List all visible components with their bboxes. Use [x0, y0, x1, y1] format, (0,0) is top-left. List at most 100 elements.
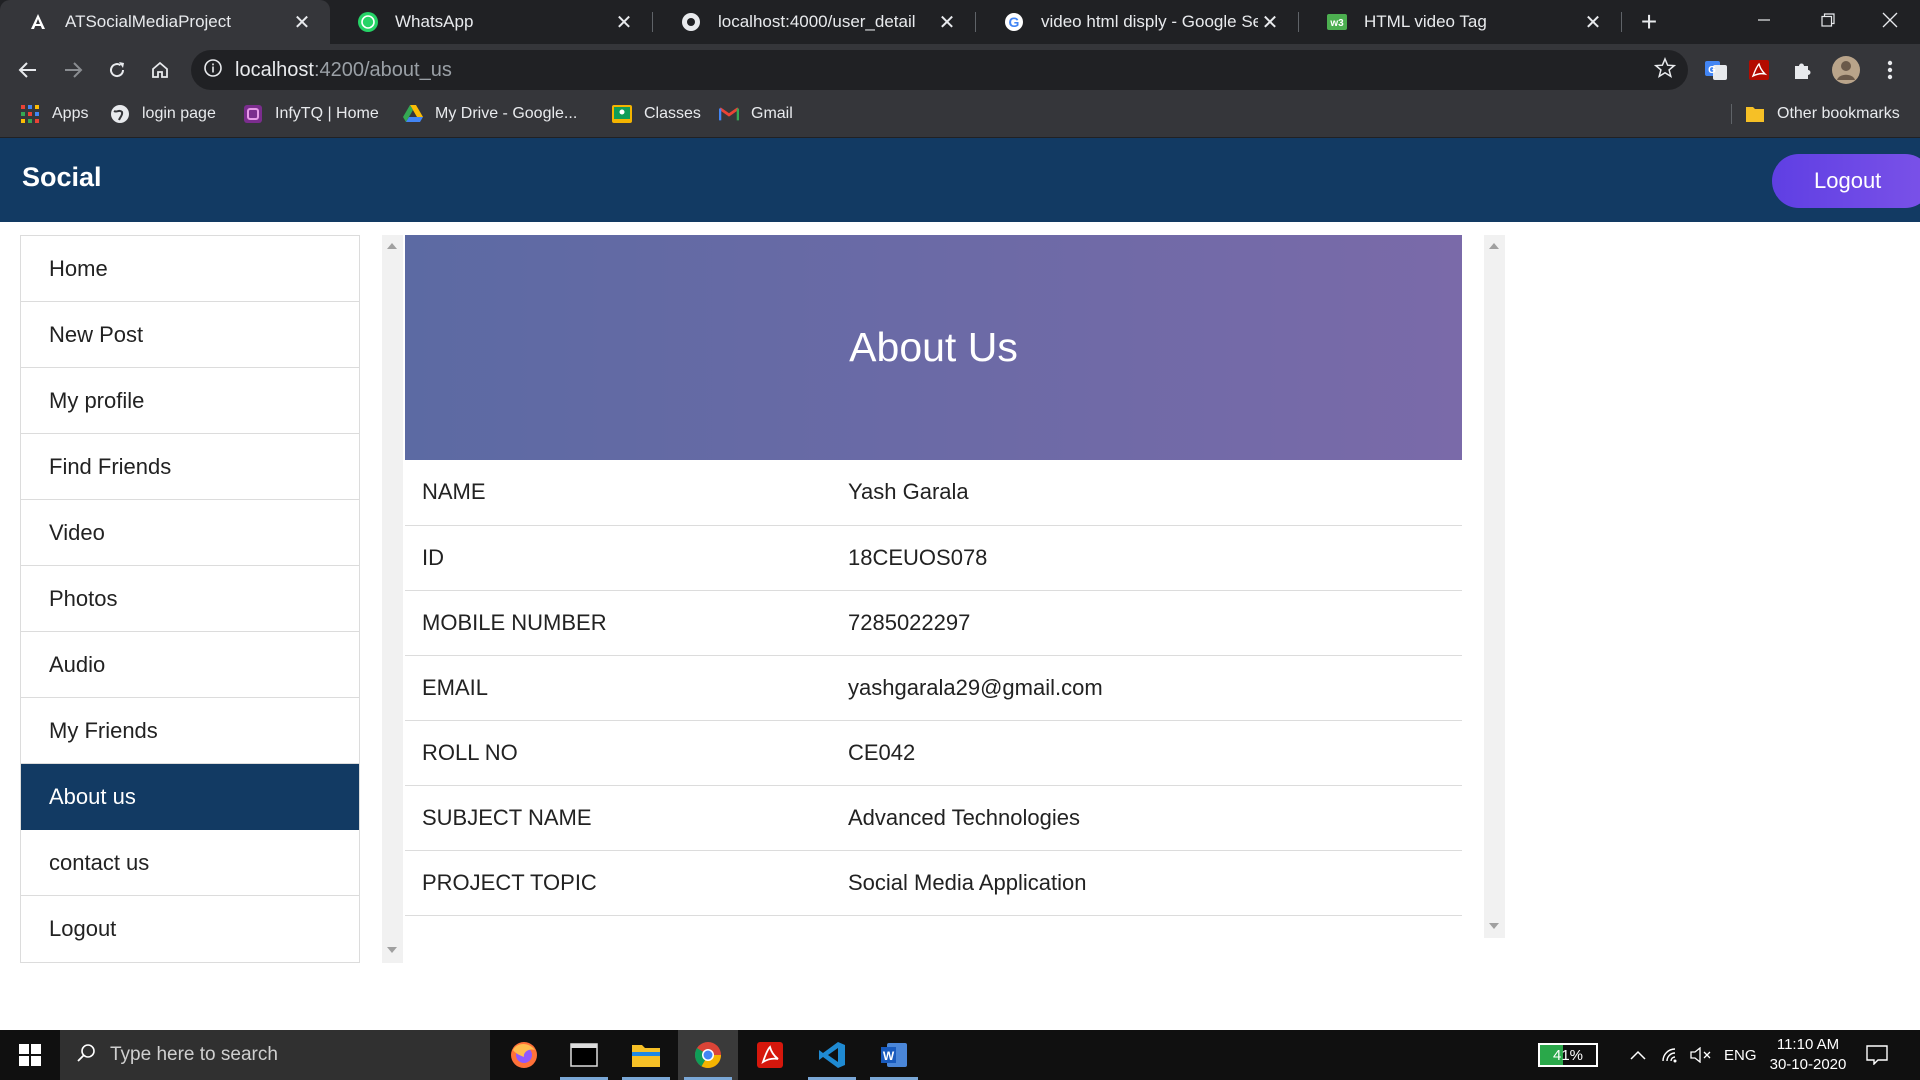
table-row: ID 18CEUOS078: [405, 525, 1462, 591]
table-row: PROJECT TOPIC Social Media Application: [405, 850, 1462, 916]
row-key: ID: [405, 525, 848, 591]
bookmark-apps[interactable]: Apps: [20, 96, 88, 132]
w3schools-icon: w3: [1326, 11, 1348, 33]
reload-icon: [110, 62, 125, 78]
tab-atsocialmediaproject[interactable]: ATSocialMediaProject ✕: [0, 0, 330, 44]
tab-whatsapp[interactable]: WhatsApp ✕: [330, 0, 652, 44]
sidebar-item-find-friends[interactable]: Find Friends: [21, 434, 359, 500]
google-drive-icon: [403, 104, 423, 124]
volume-muted-icon[interactable]: [1690, 1030, 1712, 1080]
search-icon: [76, 1043, 96, 1068]
file-explorer-icon[interactable]: [616, 1030, 676, 1080]
brand-logo[interactable]: Social: [22, 162, 102, 193]
url-text: localhost:4200/about_us: [235, 59, 452, 82]
show-hidden-icons[interactable]: [1630, 1030, 1646, 1080]
browser-tab-strip: ATSocialMediaProject ✕ WhatsApp ✕ localh…: [0, 0, 1920, 44]
close-icon[interactable]: ✕: [612, 10, 636, 34]
bookmark-classes[interactable]: Classes: [612, 96, 701, 132]
tab-html-video-tag[interactable]: w3 HTML video Tag ✕: [1299, 0, 1621, 44]
start-button[interactable]: [0, 1030, 60, 1080]
page-title: About Us: [849, 324, 1018, 370]
scroll-up-arrow-icon[interactable]: [1489, 243, 1499, 249]
acrobat-icon[interactable]: [740, 1030, 800, 1080]
svg-text:G: G: [1708, 65, 1716, 76]
bookmarks-divider: [1731, 104, 1732, 124]
content-scrollbar-right[interactable]: [1484, 235, 1505, 938]
table-row: MOBILE NUMBER 7285022297: [405, 590, 1462, 656]
angular-icon: [27, 11, 49, 33]
input-language[interactable]: ENG: [1724, 1030, 1757, 1080]
table-row: NAME Yash Garala: [405, 460, 1462, 526]
row-key: PROJECT TOPIC: [405, 850, 848, 916]
tab-user-detail[interactable]: localhost:4000/user_detail ✕: [653, 0, 975, 44]
bookmark-login-page[interactable]: login page: [110, 96, 216, 132]
scroll-down-arrow-icon[interactable]: [387, 947, 397, 953]
vscode-icon[interactable]: [802, 1030, 862, 1080]
terminal-icon[interactable]: [554, 1030, 614, 1080]
restore-icon: [1821, 13, 1835, 27]
new-tab-button[interactable]: +: [1635, 8, 1663, 36]
svg-text:w3: w3: [1329, 18, 1344, 29]
site-info-icon[interactable]: [203, 58, 223, 83]
profile-avatar[interactable]: [1830, 54, 1862, 86]
close-window-button[interactable]: [1862, 0, 1918, 40]
action-center-icon[interactable]: [1866, 1030, 1888, 1080]
sidebar-item-contact-us[interactable]: contact us: [21, 830, 359, 896]
other-bookmarks[interactable]: Other bookmarks: [1745, 96, 1900, 132]
word-icon[interactable]: W: [864, 1030, 924, 1080]
back-button[interactable]: [12, 54, 44, 86]
google-translate-icon[interactable]: G: [1700, 54, 1732, 86]
forward-button[interactable]: [57, 54, 89, 86]
sidebar-item-new-post[interactable]: New Post: [21, 302, 359, 368]
taskbar-search[interactable]: Type here to search: [60, 1030, 490, 1080]
sidebar-item-photos[interactable]: Photos: [21, 566, 359, 632]
sidebar-item-home[interactable]: Home: [21, 236, 359, 302]
row-value: yashgarala29@gmail.com: [848, 655, 1462, 721]
sidebar-item-my-friends[interactable]: My Friends: [21, 698, 359, 764]
minimize-button[interactable]: [1736, 0, 1792, 40]
chrome-icon[interactable]: [678, 1030, 738, 1080]
firefox-icon[interactable]: [494, 1030, 554, 1080]
close-icon[interactable]: ✕: [935, 10, 959, 34]
sidebar-item-logout[interactable]: Logout: [21, 896, 359, 962]
search-placeholder: Type here to search: [110, 1044, 278, 1065]
home-button[interactable]: [144, 54, 176, 86]
logout-button[interactable]: Logout: [1772, 154, 1920, 208]
system-clock[interactable]: 11:10 AM 30-10-2020: [1760, 1035, 1856, 1075]
bookmark-infytq[interactable]: InfyTQ | Home: [243, 96, 379, 132]
close-icon[interactable]: ✕: [1258, 10, 1282, 34]
bookmark-star-icon[interactable]: [1653, 56, 1677, 84]
reload-button[interactable]: [101, 54, 133, 86]
sidebar-item-about-us[interactable]: About us: [21, 764, 359, 830]
bookmark-label: InfyTQ | Home: [275, 105, 379, 122]
bookmark-gmail[interactable]: Gmail: [719, 96, 793, 132]
bookmarks-bar: Apps login page InfyTQ | Home My Drive -…: [0, 96, 1920, 138]
bookmark-my-drive[interactable]: My Drive - Google...: [403, 96, 577, 132]
row-value: Social Media Application: [848, 850, 1462, 916]
wifi-icon[interactable]: [1661, 1030, 1681, 1080]
sidebar-item-audio[interactable]: Audio: [21, 632, 359, 698]
forward-arrow-icon: [65, 62, 83, 78]
tab-google-search[interactable]: G video html disply - Google Searc ✕: [976, 0, 1298, 44]
address-bar[interactable]: localhost:4200/about_us: [191, 50, 1688, 90]
battery-indicator[interactable]: 41%: [1538, 1043, 1598, 1067]
scroll-down-arrow-icon[interactable]: [1489, 923, 1499, 929]
svg-text:G: G: [1009, 14, 1020, 30]
close-icon[interactable]: ✕: [290, 10, 314, 34]
row-key: MOBILE NUMBER: [405, 590, 848, 656]
clock-date: 30-10-2020: [1769, 1056, 1847, 1073]
gmail-icon: [719, 104, 739, 124]
restore-button[interactable]: [1800, 0, 1856, 40]
acrobat-extension-icon[interactable]: [1743, 54, 1775, 86]
close-icon[interactable]: ✕: [1581, 10, 1605, 34]
globe-icon: [680, 11, 702, 33]
about-hero-banner: About Us: [405, 235, 1462, 460]
more-menu-icon[interactable]: [1874, 54, 1906, 86]
sidebar-item-my-profile[interactable]: My profile: [21, 368, 359, 434]
content-scrollbar-left[interactable]: [382, 235, 403, 963]
row-value: 18CEUOS078: [848, 525, 1462, 591]
extensions-puzzle-icon[interactable]: [1786, 54, 1818, 86]
google-icon: G: [1003, 11, 1025, 33]
sidebar-item-video[interactable]: Video: [21, 500, 359, 566]
scroll-up-arrow-icon[interactable]: [387, 243, 397, 249]
